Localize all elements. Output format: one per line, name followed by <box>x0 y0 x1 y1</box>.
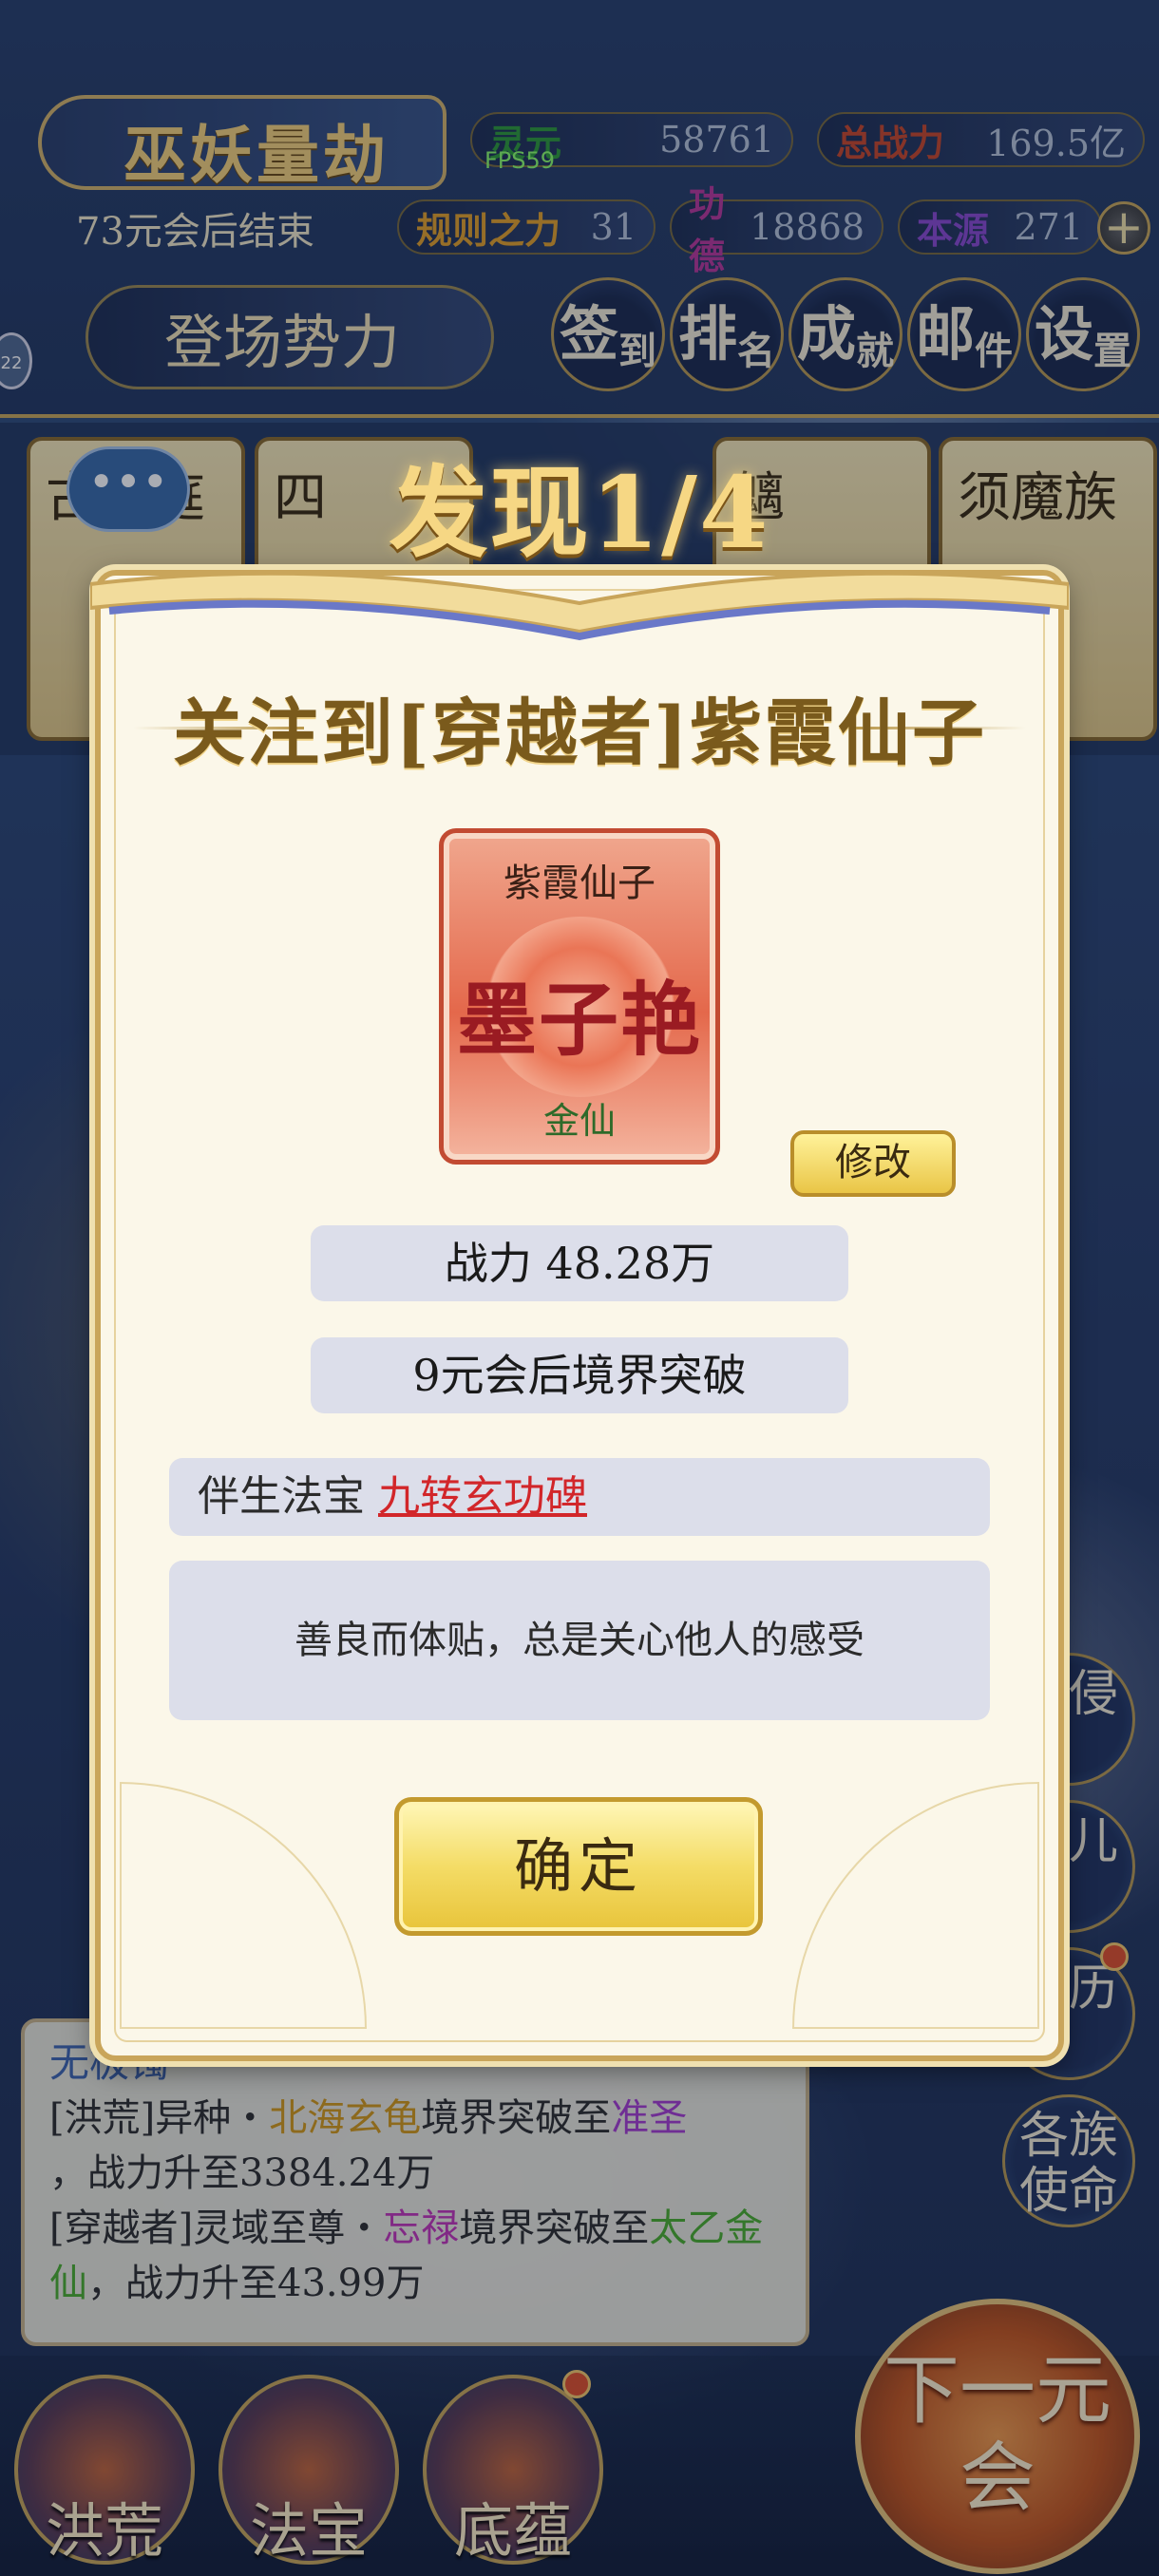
breakthrough-pill: 9元会后境界突破 <box>311 1337 848 1413</box>
discover-progress-title: 发现1/4 <box>389 454 770 571</box>
card-rank: 金仙 <box>542 1100 616 1142</box>
treasure-link[interactable]: 九转玄功碑 <box>378 1472 587 1521</box>
card-character-name: 紫霞仙子 <box>504 862 656 905</box>
character-card: 紫霞仙子 墨子艳 金仙 <box>439 828 720 1165</box>
dialog-header: 关注到[穿越者]紫霞仙子 <box>173 691 986 775</box>
confirm-button[interactable]: 确定 <box>394 1797 763 1936</box>
companion-treasure-row: 伴生法宝 九转玄功碑 <box>169 1458 990 1536</box>
personality-description: 善良而体贴，总是关心他人的感受 <box>169 1561 990 1720</box>
edit-button[interactable]: 修改 <box>790 1130 956 1197</box>
card-big-name: 墨子艳 <box>456 973 702 1067</box>
treasure-label: 伴生法宝 <box>198 1472 365 1521</box>
power-pill: 战力 48.28万 <box>311 1225 848 1301</box>
